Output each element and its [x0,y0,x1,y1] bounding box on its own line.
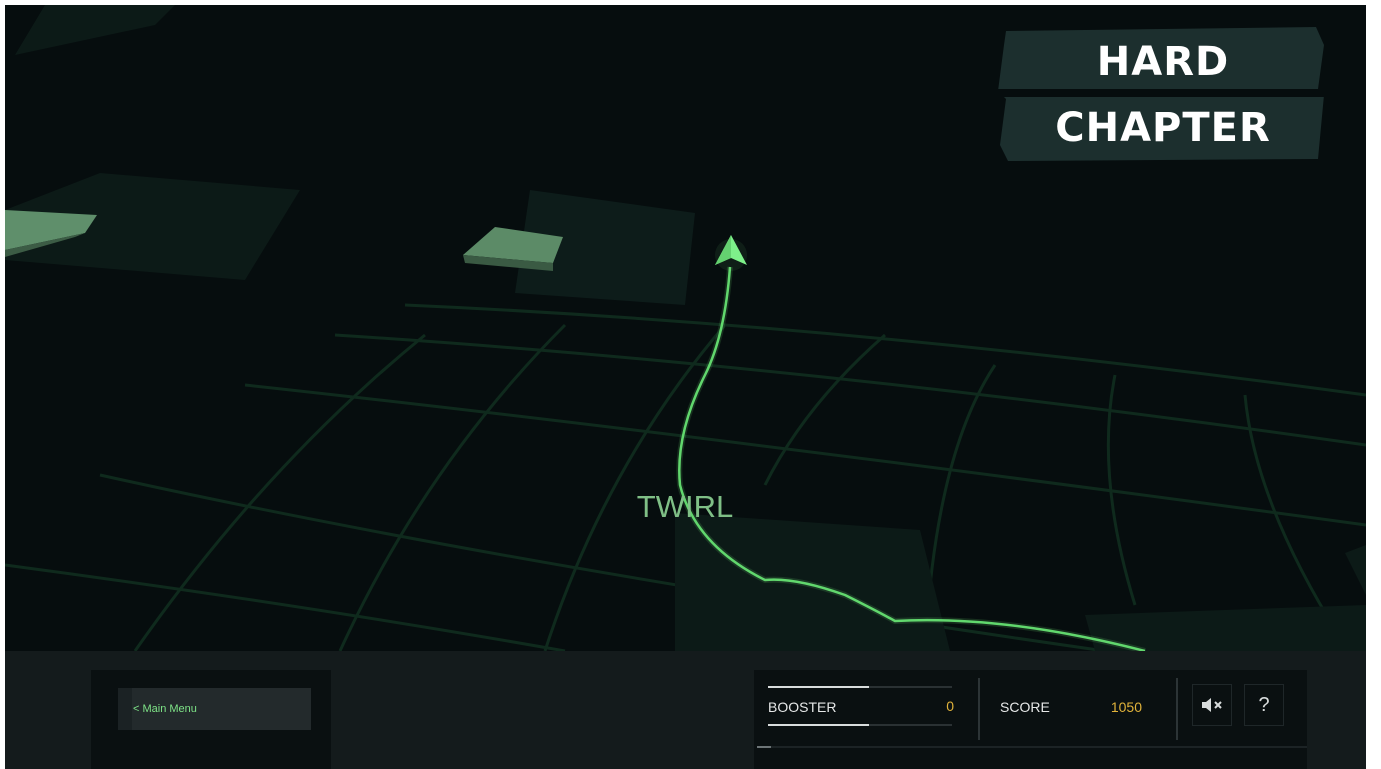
score-label: SCORE [1000,699,1050,715]
level-progress-fill [757,746,771,748]
chapter-label-text: CHAPTER [1055,105,1271,151]
bottom-hud: < Main Menu BOOSTER 0 SCORE 1050 ? [5,651,1366,769]
paper-plane-player [715,235,747,271]
divider [1176,678,1178,740]
main-menu-button[interactable]: < Main Menu [118,688,311,730]
divider [978,678,980,740]
game-viewport: HARD CHAPTER TWIRL < Main Menu BOOSTER 0… [5,5,1366,769]
button-accent [118,688,132,730]
booster-value: 0 [946,698,954,714]
booster-meter-bottom [768,724,952,726]
booster-meter-fill [768,686,870,688]
main-menu-label: < Main Menu [133,703,197,715]
booster-meter-top [768,686,952,688]
help-label: ? [1258,693,1270,716]
level-name: TWIRL [636,489,734,524]
mute-button[interactable] [1192,684,1232,726]
booster-meter-fill [768,724,870,726]
stats-panel: BOOSTER 0 SCORE 1050 ? [754,670,1307,769]
score-value: 1050 [1110,699,1142,715]
speaker-muted-icon [1202,698,1222,712]
level-progress-bar [757,746,1307,748]
help-button[interactable]: ? [1244,684,1284,726]
booster-label: BOOSTER [768,699,837,715]
chapter-title-badge: HARD CHAPTER [998,25,1328,163]
menu-panel: < Main Menu [91,670,331,769]
chapter-difficulty-text: HARD [1096,39,1230,85]
